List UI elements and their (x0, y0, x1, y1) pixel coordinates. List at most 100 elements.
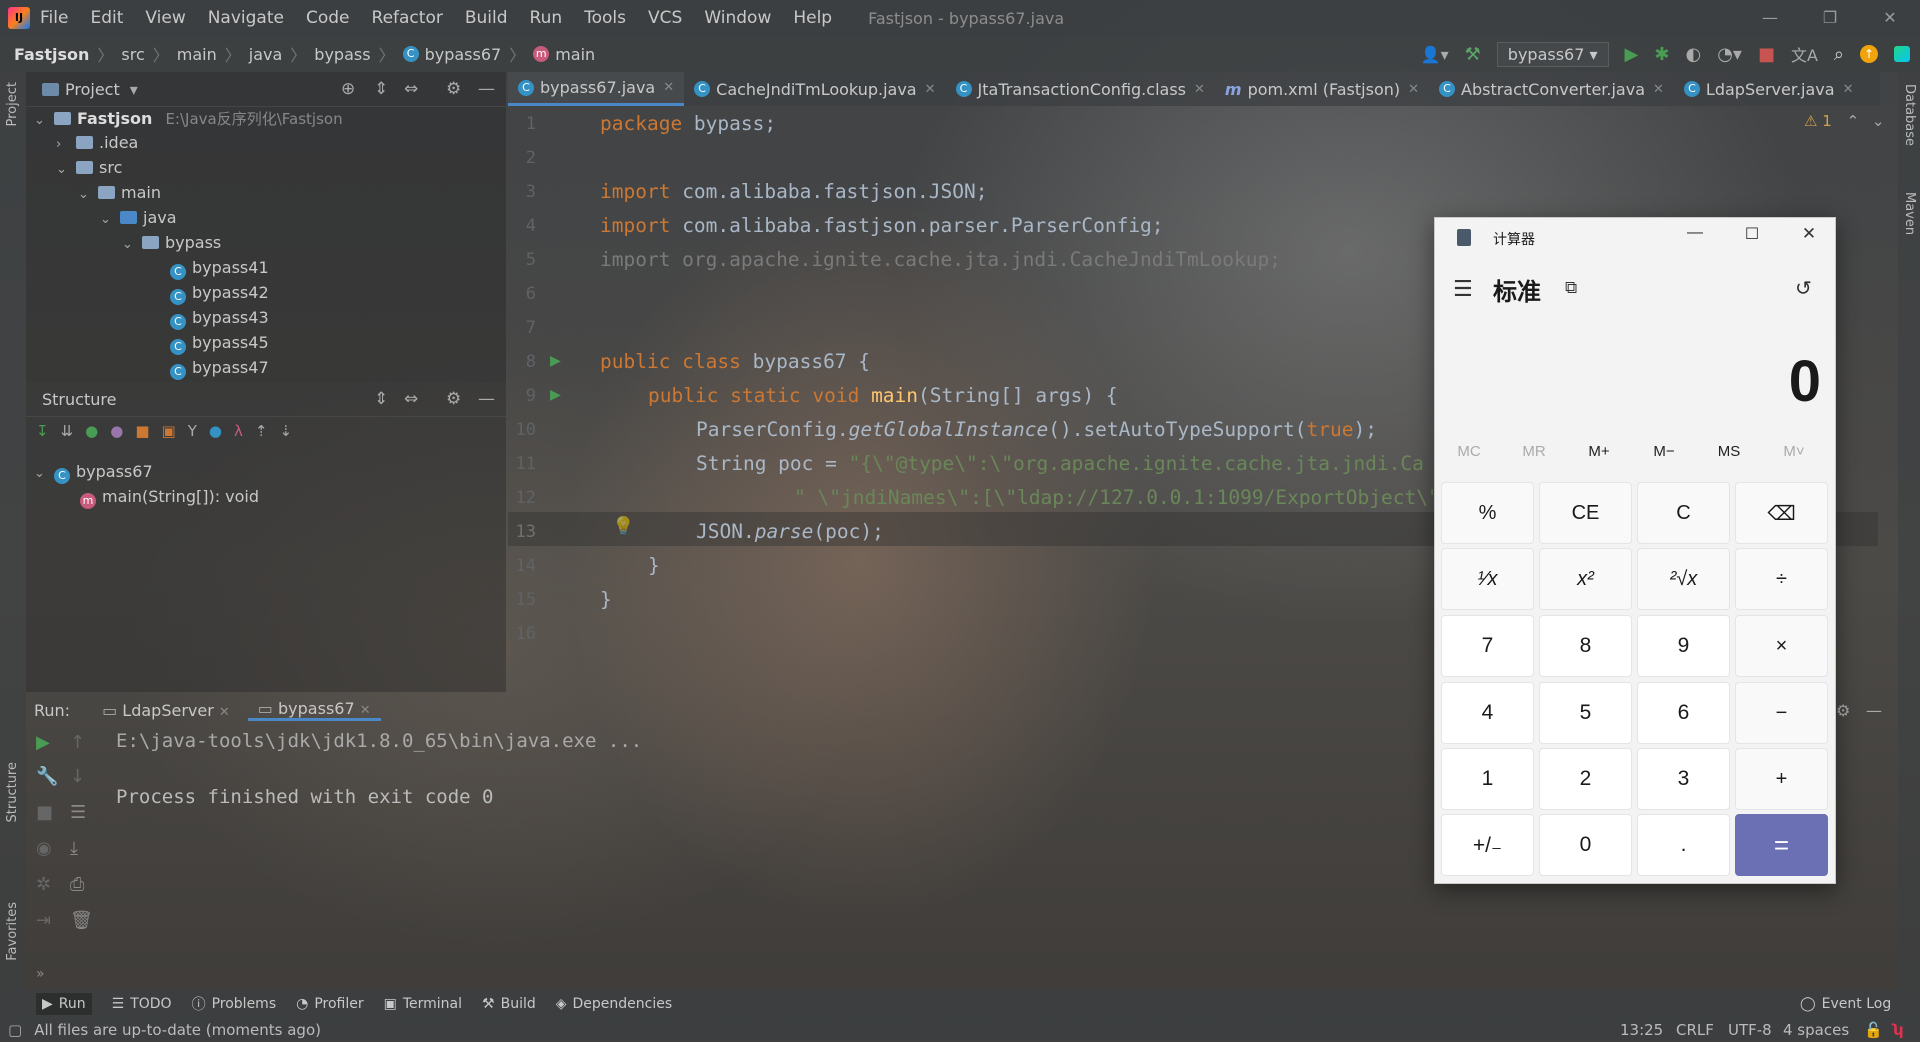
minimize-icon[interactable]: — (1740, 0, 1800, 36)
sort-type-icon[interactable]: ⇊ (61, 422, 74, 440)
hide-panel-icon[interactable]: — (478, 79, 495, 99)
close-icon[interactable]: ✕ (925, 82, 936, 97)
soft-wrap-icon[interactable]: ☰ (70, 802, 86, 823)
toolwindow-dependencies[interactable]: ◈ Dependencies (556, 996, 672, 1012)
chevron-down-icon[interactable]: ⌄ (100, 212, 114, 227)
breadcrumb-bypass[interactable]: bypass (314, 45, 370, 64)
close-icon[interactable]: ✕ (1194, 82, 1205, 97)
chevron-down-icon[interactable]: ⌄ (122, 237, 136, 252)
structure-method-node[interactable]: m main(String[]): void (80, 487, 259, 509)
stop-icon[interactable]: ■ (36, 802, 53, 823)
maven-tool-button[interactable]: Maven (1902, 192, 1917, 235)
run-tab-bypass67[interactable]: ▭ bypass67 ✕ (247, 699, 381, 721)
square-root-button[interactable]: ²√x (1637, 548, 1730, 610)
gear-icon[interactable]: ⚙ (1836, 701, 1850, 720)
tree-node-java[interactable]: ⌄ java (100, 208, 177, 227)
tab-bypass67[interactable]: Cbypass67.java ✕ (508, 72, 685, 106)
code-line[interactable]: " \"jndiNames\":[\"ldap://127.0.0.1:1099… (794, 486, 1440, 509)
add-button[interactable]: + (1735, 748, 1828, 810)
tree-node-main[interactable]: ⌄ main (78, 183, 161, 202)
run-gutter-icon[interactable]: ▶ (550, 384, 561, 405)
build-hammer-icon[interactable]: ⚒ (1465, 44, 1481, 65)
chevron-down-icon[interactable]: ▾ (130, 80, 138, 99)
code-line[interactable]: package bypass; (600, 112, 776, 135)
digit-6-button[interactable]: 6 (1637, 682, 1730, 744)
up-arrow-icon[interactable]: ↑ (70, 732, 85, 753)
close-icon[interactable]: ✕ (360, 703, 371, 718)
show-non-public-icon[interactable]: ▣ (162, 422, 176, 440)
menu-code[interactable]: Code (306, 8, 350, 28)
code-line-unused-import[interactable]: import org.apache.ignite.cache.jta.jndi.… (600, 248, 1281, 271)
digit-5-button[interactable]: 5 (1539, 682, 1632, 744)
memory-subtract-button[interactable]: M− (1634, 443, 1694, 460)
close-icon[interactable]: ✕ (219, 705, 230, 720)
favorites-tool-button[interactable]: Favorites (5, 902, 20, 961)
toolwindow-run[interactable]: ▶ Run (36, 993, 92, 1015)
breadcrumb-project[interactable]: Fastjson (14, 45, 89, 64)
chevron-right-icon[interactable]: › (56, 137, 70, 152)
clear-entry-button[interactable]: CE (1539, 482, 1632, 544)
menu-help[interactable]: Help (793, 8, 832, 28)
hamburger-menu-icon[interactable]: ☰ (1453, 276, 1473, 302)
memory-recall-button[interactable]: MR (1504, 443, 1564, 460)
equals-button[interactable]: = (1735, 814, 1828, 876)
console-output[interactable]: E:\java-tools\jdk\jdk1.8.0_65\bin\java.e… (116, 730, 642, 808)
tab-pom-xml[interactable]: m pom.xml (Fastjson) ✕ (1215, 72, 1429, 106)
coverage-icon[interactable]: ◐ (1685, 44, 1701, 65)
menu-window[interactable]: Window (704, 8, 771, 28)
breadcrumb-class[interactable]: bypass67 (425, 45, 502, 64)
menu-refactor[interactable]: Refactor (372, 8, 443, 28)
database-tool-button[interactable]: Database (1902, 84, 1917, 146)
camera-icon[interactable]: ◉ (36, 838, 52, 859)
show-properties-icon[interactable]: ● (110, 422, 123, 440)
structure-tool-button[interactable]: Structure (5, 762, 20, 822)
collapse-all-icon[interactable]: ⇔ (404, 389, 418, 409)
project-tool-button[interactable]: Project (5, 82, 20, 126)
close-icon[interactable]: ✕ (1789, 224, 1829, 244)
memory-add-button[interactable]: M+ (1569, 443, 1629, 460)
multiply-button[interactable]: × (1735, 615, 1828, 677)
code-line[interactable]: String poc = "{\"@type\":\"org.apache.ig… (696, 452, 1424, 475)
reciprocal-button[interactable]: ¹⁄x (1441, 548, 1534, 610)
status-window-icon[interactable]: ▢ (8, 1021, 22, 1039)
gear-icon[interactable]: ⚙ (446, 389, 461, 409)
caret-position[interactable]: 13:25 (1620, 1021, 1663, 1039)
hide-panel-icon[interactable]: — (478, 389, 495, 409)
toolwindow-terminal[interactable]: ▣ Terminal (384, 996, 462, 1012)
breadcrumb-java[interactable]: java (249, 45, 283, 64)
negate-button[interactable]: +/₋ (1441, 814, 1534, 876)
translate-icon[interactable]: 文A (1791, 42, 1818, 66)
toolwindow-profiler[interactable]: ◔ Profiler (296, 996, 364, 1012)
down-arrow-icon[interactable]: ↓ (70, 766, 85, 787)
menu-build[interactable]: Build (465, 8, 508, 28)
expand-all-icon[interactable]: ⇕ (374, 389, 388, 409)
subtract-button[interactable]: − (1735, 682, 1828, 744)
square-button[interactable]: x² (1539, 548, 1632, 610)
autoscroll-to-source-icon[interactable]: ⇡ (255, 422, 268, 440)
code-line[interactable]: import com.alibaba.fastjson.parser.Parse… (600, 214, 1164, 237)
update-icon[interactable]: ↑ (1860, 45, 1878, 63)
backspace-button[interactable]: ⌫ (1735, 482, 1828, 544)
menu-run[interactable]: Run (530, 8, 563, 28)
show-inherited-icon[interactable]: ● (85, 422, 98, 440)
search-icon[interactable]: ⌕ (1834, 44, 1844, 65)
exit-icon[interactable]: ⇥ (36, 910, 51, 931)
tree-node-src[interactable]: ⌄ src (56, 158, 122, 177)
digit-8-button[interactable]: 8 (1539, 615, 1632, 677)
tab-cachejnditmlookup[interactable]: C CacheJndiTmLookup.java ✕ (684, 72, 945, 106)
tab-ldapserver[interactable]: C LdapServer.java ✕ (1674, 72, 1864, 106)
hide-panel-icon[interactable]: — (1866, 701, 1882, 720)
close-icon[interactable]: ✕ (663, 80, 674, 95)
code-line[interactable]: import com.alibaba.fastjson.JSON; (600, 180, 987, 203)
restore-icon[interactable]: ❐ (1800, 0, 1860, 36)
more-icon[interactable]: » (36, 966, 45, 982)
structure-class-node[interactable]: ⌄ Cbypass67 (34, 462, 153, 484)
decimal-button[interactable]: . (1637, 814, 1730, 876)
chevron-down-icon[interactable]: ⌄ (34, 113, 48, 128)
toolwindow-todo[interactable]: ☰ TODO (112, 996, 172, 1012)
code-line[interactable]: } (600, 588, 612, 611)
run-gutter-icon[interactable]: ▶ (550, 350, 561, 371)
run-icon[interactable]: ▶ (1625, 44, 1639, 65)
memory-store-button[interactable]: MS (1699, 443, 1759, 460)
collapse-all-icon[interactable]: ⇔ (404, 79, 418, 99)
